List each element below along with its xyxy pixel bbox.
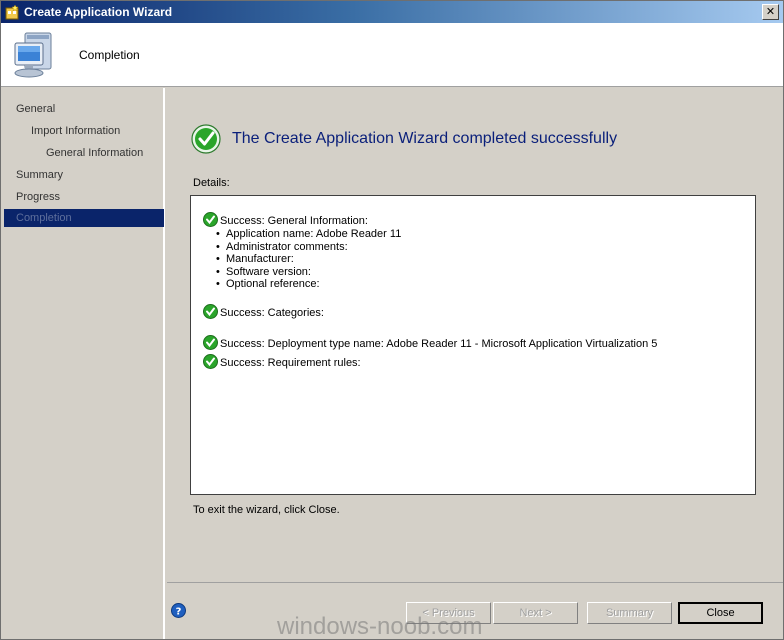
previous-button[interactable]: < Previous	[406, 602, 491, 624]
computer-icon	[14, 32, 52, 78]
details-bullet: Manufacturer:	[216, 253, 401, 266]
details-bullet: Optional reference:	[216, 278, 401, 291]
details-entry: Success: General Information:	[203, 212, 368, 227]
details-bullet-list: Application name: Adobe Reader 11 Admini…	[216, 228, 401, 291]
exit-instructions: To exit the wizard, click Close.	[193, 504, 340, 516]
sidebar-item-general[interactable]: General	[4, 100, 164, 118]
details-entry-text: Success: Deployment type name: Adobe Rea…	[220, 338, 658, 350]
details-entry: Success: Categories:	[203, 304, 324, 319]
wizard-header: Completion	[1, 23, 783, 87]
wizard-window: Create Application Wizard ✕ Completion G…	[0, 0, 784, 640]
help-icon[interactable]: ?	[171, 603, 186, 618]
success-check-icon	[203, 212, 218, 227]
sidebar-item-progress[interactable]: Progress	[4, 188, 164, 206]
window-title: Create Application Wizard	[24, 5, 173, 19]
details-entry: Success: Requirement rules:	[203, 354, 361, 369]
sidebar-item-general-information[interactable]: General Information	[4, 144, 164, 162]
details-bullet: Software version:	[216, 266, 401, 279]
next-button[interactable]: Next >	[493, 602, 578, 624]
window-close-button[interactable]: ✕	[762, 4, 779, 20]
wizard-steps-sidebar: General Import Information General Infor…	[1, 88, 165, 639]
close-button[interactable]: Close	[678, 602, 763, 624]
sidebar-item-completion[interactable]: Completion	[4, 209, 164, 227]
details-entry-text: Success: General Information:	[220, 215, 368, 227]
details-entry-text: Success: Requirement rules:	[220, 357, 361, 369]
success-check-icon	[191, 124, 221, 154]
completion-heading: The Create Application Wizard completed …	[232, 130, 618, 147]
summary-button[interactable]: Summary	[587, 602, 672, 624]
title-bar[interactable]: Create Application Wizard ✕	[1, 1, 783, 23]
details-bullet: Administrator comments:	[216, 241, 401, 254]
wizard-app-icon	[5, 4, 19, 20]
sidebar-item-import-information[interactable]: Import Information	[4, 122, 164, 140]
details-textbox[interactable]: Success: General Information: Applicatio…	[190, 195, 756, 495]
success-check-icon	[203, 304, 218, 319]
svg-text:?: ?	[176, 607, 182, 618]
details-entry-text: Success: Categories:	[220, 307, 324, 319]
wizard-footer: ? < Previous Next > Summary Close	[167, 582, 783, 639]
details-bullet: Application name: Adobe Reader 11	[216, 228, 401, 241]
wizard-content: The Create Application Wizard completed …	[167, 88, 783, 582]
details-label: Details:	[193, 177, 230, 189]
sidebar-item-summary[interactable]: Summary	[4, 166, 164, 184]
page-title: Completion	[79, 48, 140, 62]
success-check-icon	[203, 354, 218, 369]
success-check-icon	[203, 335, 218, 350]
details-entry: Success: Deployment type name: Adobe Rea…	[203, 335, 657, 350]
